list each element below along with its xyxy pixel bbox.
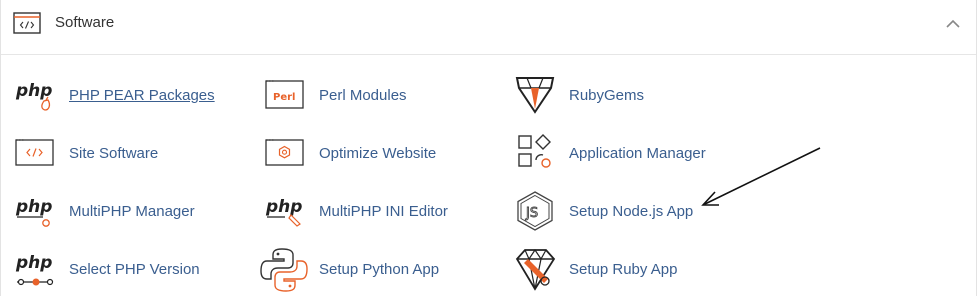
- svg-text:php: php: [265, 197, 302, 217]
- section-header[interactable]: Software: [1, 0, 976, 55]
- optimize-website-icon: [265, 139, 304, 166]
- item-label: Application Manager: [569, 145, 706, 162]
- item-label: Site Software: [69, 145, 159, 162]
- item-label: PHP PEAR Packages: [69, 87, 215, 104]
- php-pear-icon: php: [15, 81, 52, 111]
- multiphp-ini-icon: php: [265, 197, 302, 227]
- svg-text:php: php: [15, 197, 52, 217]
- rubygems-icon: [515, 77, 555, 114]
- site-software-icon: [15, 139, 54, 166]
- item-label: Perl Modules: [319, 87, 407, 104]
- svg-text:JS: JS: [525, 206, 538, 221]
- code-window-icon: [13, 12, 41, 34]
- item-label: Setup Node.js App: [569, 203, 694, 220]
- arrow-annotation-icon: [701, 147, 821, 206]
- svg-text:php: php: [15, 253, 52, 273]
- application-manager-icon: [518, 134, 551, 168]
- item-label: Setup Python App: [319, 261, 440, 278]
- item-label: MultiPHP INI Editor: [319, 203, 448, 220]
- section-title: Software: [55, 14, 115, 31]
- select-php-icon: php: [15, 253, 54, 286]
- svg-text:Perl: Perl: [273, 92, 295, 103]
- python-icon: [260, 248, 308, 292]
- chevron-up-icon[interactable]: [945, 18, 961, 30]
- ruby-app-icon: [515, 248, 556, 291]
- item-label: RubyGems: [569, 87, 645, 104]
- perl-icon: Perl: [265, 80, 304, 109]
- multiphp-manager-icon: php: [15, 197, 52, 227]
- software-panel: Software php PHP PEAR Packages Perl Perl…: [0, 0, 977, 296]
- item-label: MultiPHP Manager: [69, 203, 195, 220]
- item-label: Setup Ruby App: [569, 261, 678, 278]
- item-label: Optimize Website: [319, 145, 437, 162]
- nodejs-icon: JS: [517, 191, 553, 231]
- item-label: Select PHP Version: [69, 261, 200, 278]
